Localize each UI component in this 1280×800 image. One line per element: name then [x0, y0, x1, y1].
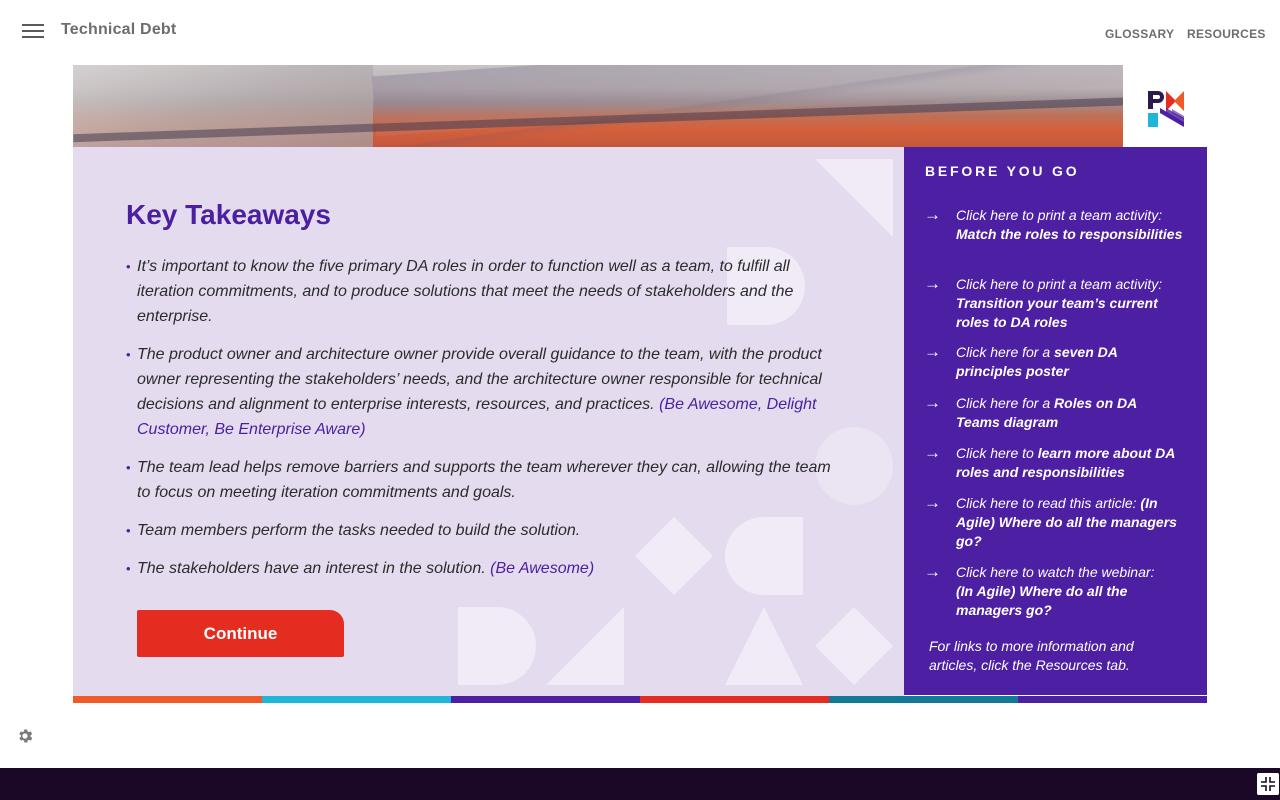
arrow-right-icon: →	[924, 205, 941, 224]
resource-link-learn-roles[interactable]: → Click here to learn more about DA role…	[924, 444, 1184, 482]
list-item: It’s important to know the five primary …	[126, 254, 836, 329]
arrow-right-icon: →	[924, 393, 941, 412]
key-takeaways-panel: Key Takeaways It’s important to know the…	[73, 147, 904, 696]
link-prefix: Click here to watch the webinar:	[956, 564, 1155, 580]
link-title: Match the roles to responsibilities	[956, 226, 1183, 242]
list-item-text: The team lead helps remove barriers and …	[137, 459, 831, 501]
page-title: Key Takeaways	[126, 199, 331, 230]
resource-link-webinar[interactable]: → Click here to watch the webinar: (In Ag…	[924, 563, 1184, 620]
takeaways-list: It’s important to know the five primary …	[126, 254, 836, 594]
link-title: (In Agile) Where do all the managers go?	[956, 583, 1128, 618]
list-item: The stakeholders have an interest in the…	[126, 556, 836, 581]
link-prefix: Click here for a	[956, 344, 1051, 360]
decorative-color-strip	[73, 696, 1207, 703]
resource-link-transition-roles[interactable]: → Click here to print a team activity: Tr…	[924, 275, 1184, 332]
glossary-link[interactable]: GLOSSARY	[1105, 27, 1174, 41]
link-prefix: Click here to read this article:	[956, 495, 1137, 511]
arrow-right-icon: →	[924, 443, 941, 462]
arrow-right-icon: →	[924, 274, 941, 293]
hamburger-menu-icon[interactable]	[22, 24, 44, 40]
resources-link[interactable]: RESOURCES	[1187, 27, 1266, 41]
principles-reference: (Be Awesome)	[490, 560, 595, 577]
link-prefix: Click here to	[956, 445, 1034, 461]
link-prefix: Click here for a	[956, 395, 1051, 411]
arrow-right-icon: →	[924, 493, 941, 512]
side-panel-title: BEFORE YOU GO	[925, 163, 1080, 179]
exit-fullscreen-icon[interactable]	[1257, 773, 1279, 795]
list-item-text: Team members perform the tasks needed to…	[137, 522, 581, 539]
list-item: The product owner and architecture owner…	[126, 342, 836, 442]
resource-link-principles-poster[interactable]: → Click here for a seven DA principles p…	[924, 343, 1184, 381]
link-prefix: Click here to print a team activity:	[956, 276, 1163, 292]
header-banner-image	[73, 65, 1123, 147]
list-item: Team members perform the tasks needed to…	[126, 518, 836, 543]
player-footer-bar	[0, 768, 1280, 800]
resource-link-roles-diagram[interactable]: → Click here for a Roles on DA Teams dia…	[924, 394, 1184, 432]
link-title: Transition your team’s current roles to …	[956, 295, 1158, 330]
before-you-go-panel: BEFORE YOU GO → Click here to print a te…	[904, 147, 1207, 695]
app-title: Technical Debt	[61, 21, 177, 38]
pmi-logo	[1148, 91, 1184, 127]
continue-button[interactable]: Continue	[137, 610, 344, 657]
list-item: The team lead helps remove barriers and …	[126, 455, 836, 505]
resource-link-article[interactable]: → Click here to read this article: (In A…	[924, 494, 1184, 551]
gear-icon[interactable]	[16, 727, 34, 745]
arrow-right-icon: →	[924, 562, 941, 581]
list-item-text: The stakeholders have an interest in the…	[137, 560, 486, 577]
arrow-right-icon: →	[924, 342, 941, 361]
resources-note: For links to more information and articl…	[929, 638, 1134, 673]
link-prefix: Click here to print a team activity:	[956, 207, 1163, 223]
resource-link-match-roles[interactable]: → Click here to print a team activity: Ma…	[924, 206, 1184, 244]
list-item-text: It’s important to know the five primary …	[137, 258, 794, 325]
